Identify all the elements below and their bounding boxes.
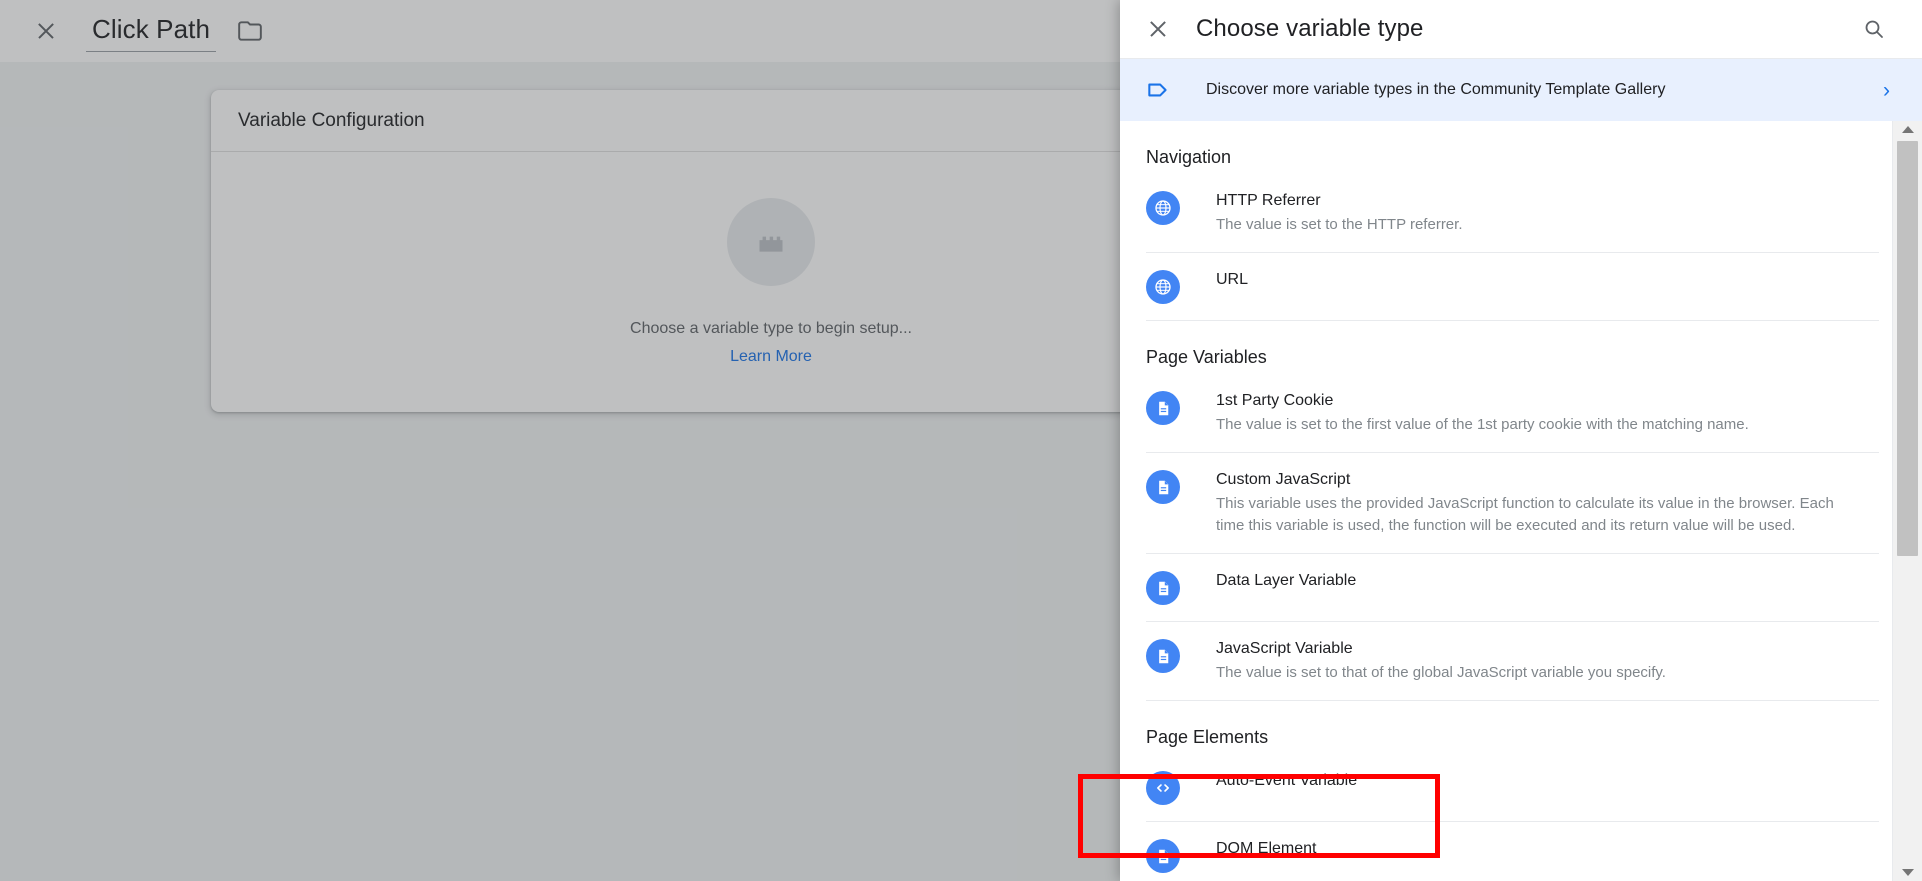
panel-scrollbar[interactable] bbox=[1892, 121, 1922, 881]
section-title-navigation: Navigation bbox=[1146, 147, 1232, 167]
document-icon bbox=[1146, 839, 1180, 873]
variable-type-description: The value is set to the HTTP referrer. bbox=[1216, 216, 1463, 233]
variable-type-name: Auto-Event Variable bbox=[1216, 772, 1358, 789]
triangle-up-icon bbox=[1901, 126, 1914, 133]
variable-type-description: The value is set to the first value of t… bbox=[1216, 416, 1749, 433]
globe-icon bbox=[1146, 270, 1180, 304]
variable-type-row[interactable]: Data Layer Variable bbox=[1146, 554, 1879, 622]
document-icon bbox=[1146, 391, 1180, 425]
variable-type-text: 1st Party Cookie The value is set to the … bbox=[1216, 390, 1879, 436]
variable-type-name: DOM Element bbox=[1216, 840, 1317, 857]
section-title-page-elements: Page Elements bbox=[1146, 727, 1269, 747]
variable-type-row[interactable]: DOM Element bbox=[1146, 822, 1879, 881]
variable-type-text: Auto-Event Variable bbox=[1216, 770, 1879, 791]
section-title-page-variables: Page Variables bbox=[1146, 347, 1267, 367]
tag-icon bbox=[1140, 77, 1176, 103]
chevron-right-icon: › bbox=[1883, 78, 1890, 102]
variable-type-text: URL bbox=[1216, 269, 1879, 290]
panel-scroll-area: Navigation HTTP Referrer The value is set … bbox=[1120, 121, 1922, 881]
triangle-down-icon bbox=[1901, 869, 1914, 876]
variable-type-text: Custom JavaScript This variable uses the … bbox=[1216, 469, 1879, 537]
document-icon bbox=[1146, 571, 1180, 605]
scroll-down-button[interactable] bbox=[1893, 864, 1922, 881]
code-icon bbox=[1146, 771, 1180, 805]
variable-type-description: The value is set to that of the global J… bbox=[1216, 664, 1666, 681]
variable-type-row[interactable]: JavaScript Variable The value is set to t… bbox=[1146, 622, 1879, 701]
variable-type-text: Data Layer Variable bbox=[1216, 570, 1879, 591]
panel-search-button[interactable] bbox=[1854, 9, 1894, 49]
search-icon bbox=[1865, 20, 1883, 38]
gallery-banner-label: Discover more variable types in the Comm… bbox=[1206, 81, 1666, 98]
choose-variable-type-panel: Choose variable type Discover more varia… bbox=[1120, 0, 1922, 881]
variable-type-name: JavaScript Variable bbox=[1216, 640, 1353, 657]
variable-type-description: This variable uses the provided JavaScri… bbox=[1216, 495, 1834, 534]
document-icon bbox=[1146, 470, 1180, 504]
variable-type-text: JavaScript Variable The value is set to t… bbox=[1216, 638, 1879, 684]
variable-type-row[interactable]: Auto-Event Variable bbox=[1146, 754, 1879, 822]
variable-type-name: Data Layer Variable bbox=[1216, 572, 1357, 589]
variable-type-row[interactable]: 1st Party Cookie The value is set to the … bbox=[1146, 374, 1879, 453]
variable-type-row[interactable]: URL bbox=[1146, 253, 1879, 321]
document-icon bbox=[1146, 639, 1180, 673]
panel-close-button[interactable] bbox=[1136, 7, 1180, 51]
close-icon bbox=[1148, 19, 1168, 39]
scrollbar-thumb[interactable] bbox=[1897, 141, 1918, 556]
variable-type-row[interactable]: HTTP Referrer The value is set to the HTT… bbox=[1146, 174, 1879, 253]
variable-type-text: DOM Element bbox=[1216, 838, 1879, 859]
variable-type-row[interactable]: Custom JavaScript This variable uses the … bbox=[1146, 453, 1879, 554]
panel-header: Choose variable type bbox=[1120, 0, 1922, 59]
variable-type-text: HTTP Referrer The value is set to the HTT… bbox=[1216, 190, 1879, 236]
variable-type-name: Custom JavaScript bbox=[1216, 471, 1351, 488]
scroll-up-button[interactable] bbox=[1893, 121, 1922, 138]
variable-type-name: HTTP Referrer bbox=[1216, 192, 1321, 209]
community-template-gallery-banner[interactable]: Discover more variable types in the Comm… bbox=[1120, 59, 1922, 121]
variable-type-name: 1st Party Cookie bbox=[1216, 392, 1334, 409]
variable-type-list: Navigation HTTP Referrer The value is set … bbox=[1120, 121, 1893, 881]
variable-type-name: URL bbox=[1216, 271, 1249, 288]
panel-title: Choose variable type bbox=[1196, 15, 1424, 42]
globe-icon bbox=[1146, 191, 1180, 225]
